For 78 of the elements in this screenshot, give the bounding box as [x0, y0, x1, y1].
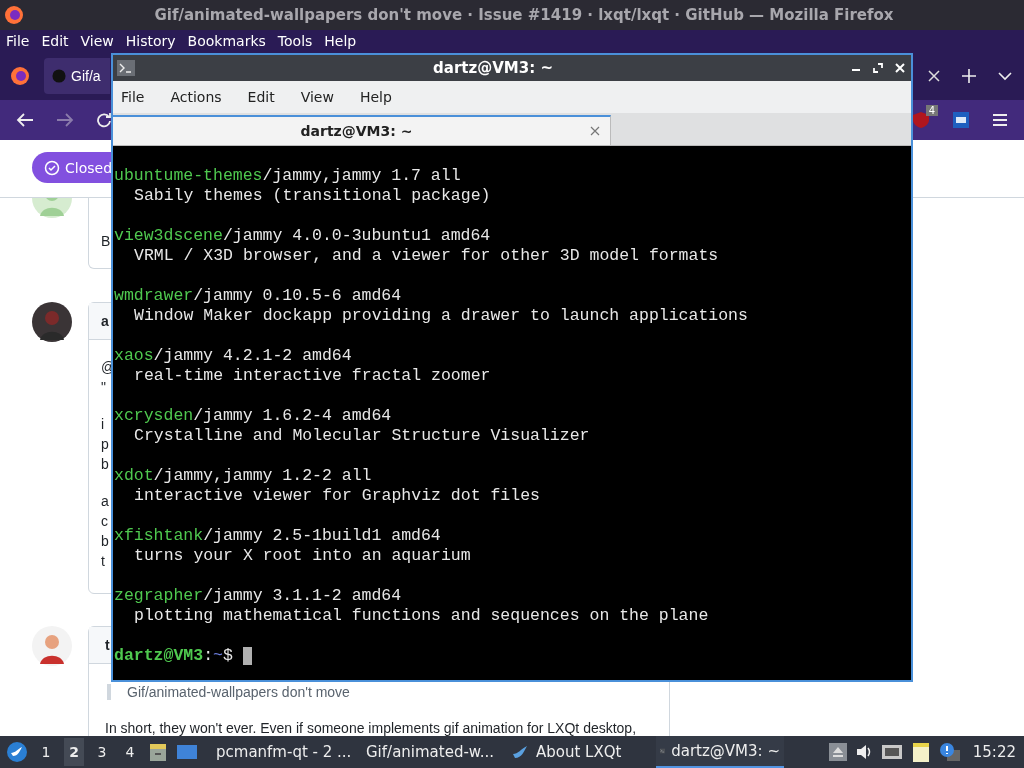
window-title: dartz@VM3: ~	[432, 59, 554, 77]
terminal-line: xfishtank/jammy 2.5-1build1 amd64	[114, 526, 442, 546]
menu-item[interactable]: View	[80, 33, 114, 49]
workspace-button[interactable]: 1	[36, 738, 56, 766]
menu-item[interactable]: Actions	[170, 89, 222, 105]
network-icon[interactable]	[880, 743, 903, 761]
menu-item[interactable]: Bookmarks	[187, 33, 266, 49]
workspace-button[interactable]: 4	[120, 738, 140, 766]
taskbar-button[interactable]: dartz@VM3: ~	[656, 736, 784, 768]
notification-badge: 4	[925, 105, 938, 116]
workspace-button[interactable]: 2	[64, 738, 84, 766]
github-icon	[52, 69, 66, 83]
alert-icon[interactable]	[938, 742, 961, 762]
comment-text: In short, they won't ever. Even if someone implements gif animation for LXQt desktop,	[105, 719, 637, 736]
comment-text: B	[101, 232, 111, 251]
chevron-down-icon[interactable]	[998, 71, 1012, 81]
terminal-line: plotting mathematical functions and sequences on the plane	[133, 606, 710, 626]
taskbar-button[interactable]: pcmanfm-qt - 2 ...	[206, 736, 348, 768]
menu-icon[interactable]	[992, 113, 1008, 127]
avatar[interactable]	[32, 302, 72, 342]
terminal-line: Window Maker dockapp providing a drawer to launch applications	[133, 306, 749, 326]
terminal-line: xdot/jammy,jammy 1.2-2 all	[114, 466, 373, 486]
file-cabinet-icon[interactable]	[148, 742, 168, 762]
taskbar-button[interactable]: About LXQt	[506, 736, 648, 768]
browser-tab[interactable]: Gif/a	[44, 58, 110, 94]
terminal-line: Sabily themes (transitional package)	[133, 186, 492, 206]
terminal-line: Crystalline and Molecular Structure Visualizer	[133, 426, 591, 446]
bird-icon[interactable]	[6, 741, 28, 763]
comment-text: b	[101, 532, 109, 551]
taskbar-button[interactable]: Gif/animated-w...	[356, 736, 498, 768]
text-cursor	[242, 647, 252, 665]
shield-icon[interactable]	[912, 111, 930, 129]
comment-author[interactable]: a	[101, 313, 109, 329]
comment-text: i	[101, 415, 105, 434]
shell-prompt: dartz@VM3:~$	[114, 646, 233, 666]
terminal-line: VRML / X3D browser, and a viewer for other 3D model formats	[133, 246, 720, 266]
maximize-icon[interactable]	[873, 63, 883, 73]
menu-item[interactable]: Edit	[247, 89, 275, 105]
plus-icon[interactable]	[962, 69, 976, 83]
check-circle-icon	[44, 159, 60, 176]
terminal-line: zegrapher/jammy 3.1.1-2 amd64	[114, 586, 403, 606]
eject-icon[interactable]	[828, 743, 847, 761]
firefox-icon	[10, 66, 30, 86]
comment-text: "	[101, 378, 106, 397]
extension-icon[interactable]	[952, 111, 970, 129]
tab-title: Gif/a	[71, 68, 101, 84]
terminal-line: real-time interactive fractal zoomer	[133, 366, 492, 386]
comment-text: p	[101, 435, 109, 454]
forward-icon[interactable]	[56, 112, 74, 128]
comment-text: c	[101, 512, 108, 531]
menu-item[interactable]: File	[6, 33, 30, 49]
terminal-line: wmdrawer/jammy 0.10.5-6 amd64	[114, 286, 403, 306]
firefox-icon	[4, 5, 24, 25]
menu-item[interactable]: Help	[324, 33, 357, 49]
menu-item[interactable]: Help	[359, 89, 392, 105]
terminal-line: xaos/jammy 4.2.1-2 amd64	[114, 346, 353, 366]
reload-icon[interactable]	[96, 112, 112, 128]
comment-text: b	[101, 455, 109, 474]
back-icon[interactable]	[16, 112, 34, 128]
comment-text: t	[101, 552, 105, 571]
note-icon[interactable]	[910, 741, 931, 763]
comment-text: a	[101, 492, 109, 511]
terminal-line: turns your X root into an aquarium	[133, 546, 472, 566]
menu-item[interactable]: History	[125, 33, 176, 49]
comment-author[interactable]: t	[105, 637, 110, 653]
terminal-line: xcrysden/jammy 1.6.2-4 amd64	[114, 406, 393, 426]
terminal-tab[interactable]: dartz@VM3: ~	[113, 115, 611, 145]
clock[interactable]: 15:22	[968, 743, 1020, 761]
menu-item[interactable]: File	[121, 89, 145, 105]
speaker-icon[interactable]	[854, 743, 873, 761]
desktop-icon[interactable]	[176, 743, 198, 761]
window-title: Gif/animated-wallpapers don't move · Issue #1419 · lxqt/lxqt · GitHub — Mozilla Firefox	[153, 6, 895, 24]
workspace-button[interactable]: 3	[92, 738, 112, 766]
menu-item[interactable]: View	[300, 89, 334, 105]
terminal-line: interactive viewer for Graphviz dot files	[133, 486, 541, 506]
menu-item[interactable]: Tools	[277, 33, 313, 49]
terminal-line: view3dscene/jammy 4.0.0-3ubuntu1 amd64	[114, 226, 492, 246]
menu-item[interactable]: Edit	[41, 33, 69, 49]
